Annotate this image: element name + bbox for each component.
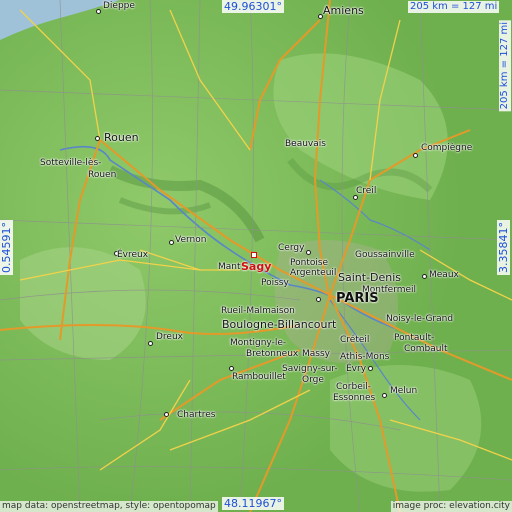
city-dot-chartres — [164, 412, 169, 417]
place-label-boulogne-billancourt: Boulogne-Billancourt — [222, 318, 337, 331]
longitude-left-label: 0.54591° — [0, 220, 13, 275]
place-label-compiegne: Compiègne — [421, 143, 473, 153]
latitude-top-label: 49.96301° — [222, 0, 284, 13]
city-dot-evry — [368, 366, 373, 371]
place-label-creteil: Créteil — [340, 335, 370, 345]
place-label-montigny: Montigny-le- — [230, 338, 287, 348]
map-data-credit: map data: openstreetmap, style: opentopo… — [0, 501, 218, 512]
place-label-saint-denis: Saint-Denis — [338, 271, 402, 284]
place-label-combault: Combault — [404, 344, 448, 354]
city-dot-vernon — [169, 240, 174, 245]
place-label-dreux: Dreux — [156, 332, 183, 342]
city-dot-meaux — [422, 274, 427, 279]
place-label-amiens: Amiens — [323, 4, 364, 17]
place-label-evry: Évry — [346, 364, 367, 374]
place-label-sotteville-rouen: Rouen — [88, 170, 117, 180]
place-label-rambouillet: Rambouillet — [232, 372, 286, 382]
city-dot-dreux — [148, 341, 153, 346]
place-label-mant: Mant — [218, 262, 241, 272]
place-label-dieppe: Dieppe — [103, 1, 135, 11]
place-label-pontault: Pontault- — [394, 333, 435, 343]
city-dot-paris — [316, 297, 321, 302]
place-label-goussainville: Goussainville — [355, 250, 415, 260]
scale-horizontal-label: 205 km = 127 mi — [408, 1, 500, 13]
place-label-orge: Orge — [302, 375, 324, 385]
place-label-poissy: Poissy — [261, 278, 289, 288]
place-label-bretonneux: Bretonneux — [246, 349, 299, 359]
place-label-savigny: Savigny-sur- — [282, 364, 338, 374]
latitude-bottom-label: 48.11967° — [222, 497, 284, 510]
place-label-creil: Creil — [356, 186, 377, 196]
place-label-melun: Melun — [390, 386, 418, 396]
place-label-paris: PARIS — [336, 291, 379, 306]
city-dot-melun — [382, 393, 387, 398]
city-dot-compiegne — [413, 153, 418, 158]
city-dot-dieppe — [96, 9, 101, 14]
place-label-cergy: Cergy — [278, 243, 305, 253]
longitude-right-label: 3.35841° — [497, 220, 510, 275]
place-label-corbeil: Corbeil- — [336, 382, 371, 392]
place-label-vernon: Vernon — [175, 235, 207, 245]
place-label-noisy-le-grand: Noisy-le-Grand — [386, 314, 454, 324]
place-label-argenteuil: Argenteuil — [290, 268, 337, 278]
place-label-chartres: Chartres — [177, 410, 216, 420]
topographic-map[interactable]: 49.96301° 48.11967° 0.54591° 3.35841° 20… — [0, 0, 512, 512]
place-label-sotteville: Sotteville-lès- — [40, 158, 102, 168]
city-dot-cergy — [306, 250, 311, 255]
place-label-rueil-malmaison: Rueil-Malmaison — [221, 306, 295, 316]
place-label-essonnes: Essonnes — [333, 393, 376, 403]
city-dot-rambouillet — [229, 366, 234, 371]
place-label-massy: Massy — [302, 349, 330, 359]
place-label-beauvais: Beauvais — [285, 139, 326, 149]
place-label-meaux: Meaux — [429, 270, 459, 280]
image-proc-credit: image proc: elevation.city — [390, 501, 512, 512]
city-dot-rouen — [95, 136, 100, 141]
place-label-rouen: Rouen — [104, 131, 139, 144]
place-label-athis-mons: Athis-Mons — [340, 352, 390, 362]
target-place-label: Sagy — [241, 260, 272, 273]
location-marker-icon[interactable] — [251, 252, 257, 258]
scale-vertical-label: 205 km = 127 mi — [499, 20, 511, 112]
place-label-evreux: Évreux — [117, 250, 149, 260]
place-label-pontoise: Pontoise — [290, 258, 329, 268]
